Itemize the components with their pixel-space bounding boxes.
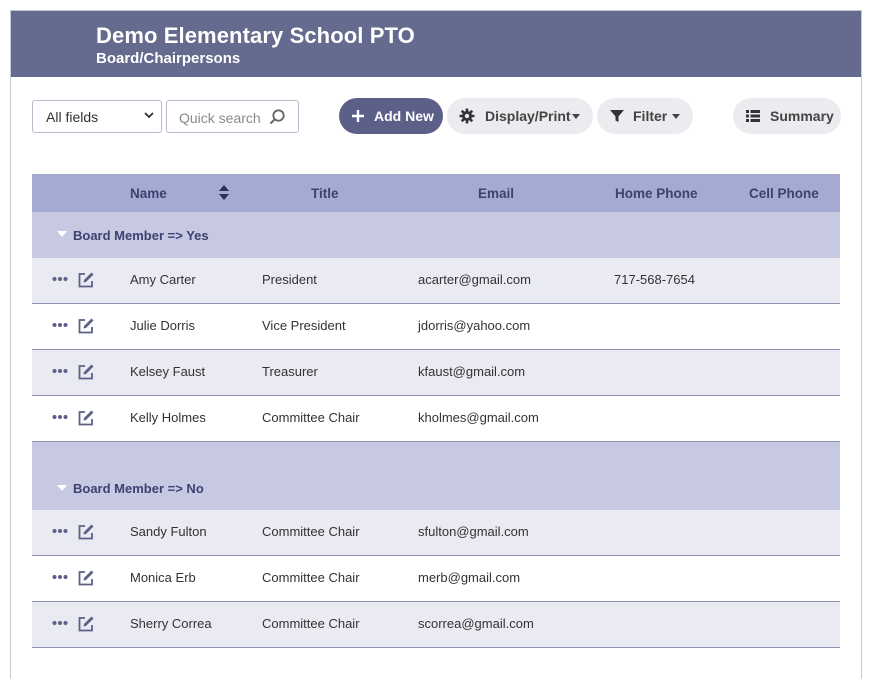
add-new-button[interactable]: Add New (339, 98, 443, 134)
table-row[interactable]: Julie Dorris Vice President jdorris@yaho… (32, 304, 840, 350)
display-print-button[interactable]: Display/Print (447, 98, 593, 134)
table-row[interactable]: Monica Erb Committee Chair merb@gmail.co… (32, 556, 840, 602)
sort-icon[interactable] (219, 185, 229, 200)
group-label: Board Member => Yes (73, 228, 209, 243)
search-input[interactable]: Quick search (166, 100, 299, 133)
table-row[interactable]: Sandy Fulton Committee Chair sfulton@gma… (32, 510, 840, 556)
edit-icon[interactable] (77, 569, 95, 587)
table-row[interactable]: Sherry Correa Committee Chair scorrea@gm… (32, 602, 840, 648)
display-print-label: Display/Print (485, 108, 571, 124)
group-header[interactable]: Board Member => No (32, 442, 840, 510)
more-options-icon[interactable] (52, 368, 68, 374)
filter-icon (610, 110, 624, 122)
cell-name: Sherry Correa (130, 616, 212, 631)
caret-down-icon (672, 114, 680, 119)
cell-email[interactable]: acarter@gmail.com (418, 272, 531, 287)
more-options-icon[interactable] (52, 620, 68, 626)
cell-title: President (262, 272, 317, 287)
list-icon (746, 110, 760, 122)
table-row[interactable]: Amy Carter President acarter@gmail.com 7… (32, 258, 840, 304)
more-options-icon[interactable] (52, 322, 68, 328)
plus-icon (352, 110, 364, 122)
cell-email[interactable]: sfulton@gmail.com (418, 524, 529, 539)
table-row[interactable]: Kelly Holmes Committee Chair kholmes@gma… (32, 396, 840, 442)
edit-icon[interactable] (77, 317, 95, 335)
cell-name: Kelly Holmes (130, 410, 206, 425)
app-frame: Demo Elementary School PTO Board/Chairpe… (10, 10, 862, 679)
cell-email[interactable]: kholmes@gmail.com (418, 410, 539, 425)
page-subtitle: Board/Chairpersons (96, 50, 241, 67)
add-new-label: Add New (374, 108, 434, 124)
cell-title: Committee Chair (262, 616, 360, 631)
cell-email[interactable]: merb@gmail.com (418, 570, 520, 585)
column-header-title[interactable]: Title (311, 186, 339, 201)
cell-title: Treasurer (262, 364, 318, 379)
filter-label: Filter (633, 108, 668, 124)
cell-title: Committee Chair (262, 524, 360, 539)
edit-icon[interactable] (77, 615, 95, 633)
cell-email[interactable]: scorrea@gmail.com (418, 616, 534, 631)
gear-icon (459, 108, 475, 124)
collapse-triangle-icon[interactable] (57, 485, 67, 491)
collapse-triangle-icon[interactable] (57, 231, 67, 237)
cell-email[interactable]: jdorris@yahoo.com (418, 318, 530, 333)
summary-button[interactable]: Summary (733, 98, 841, 134)
records-table: Name Title Email Home Phone Cell Phone B… (32, 174, 840, 648)
column-header-cell-phone[interactable]: Cell Phone (749, 186, 819, 201)
cell-title: Vice President (262, 318, 346, 333)
more-options-icon[interactable] (52, 276, 68, 282)
summary-label: Summary (770, 108, 834, 124)
search-placeholder: Quick search (179, 110, 261, 126)
edit-icon[interactable] (77, 523, 95, 541)
table-header: Name Title Email Home Phone Cell Phone (32, 174, 840, 212)
search-icon[interactable] (268, 108, 286, 126)
more-options-icon[interactable] (52, 414, 68, 420)
group-label: Board Member => No (73, 481, 204, 496)
cell-name: Julie Dorris (130, 318, 196, 333)
edit-icon[interactable] (77, 409, 95, 427)
toolbar: All fields Quick search Add New Display/… (11, 98, 861, 136)
page-title: Demo Elementary School PTO (96, 23, 415, 48)
cell-title: Committee Chair (262, 410, 360, 425)
more-options-icon[interactable] (52, 528, 68, 534)
edit-icon[interactable] (77, 271, 95, 289)
cell-name: Sandy Fulton (130, 524, 207, 539)
cell-email[interactable]: kfaust@gmail.com (418, 364, 525, 379)
column-header-home-phone[interactable]: Home Phone (615, 186, 698, 201)
page-header: Demo Elementary School PTO Board/Chairpe… (11, 11, 861, 77)
caret-down-icon (572, 114, 580, 119)
group-header[interactable]: Board Member => Yes (32, 212, 840, 258)
filter-button[interactable]: Filter (597, 98, 693, 134)
field-select-value: All fields (46, 109, 99, 125)
cell-home-phone: 717-568-7654 (614, 272, 695, 287)
cell-name: Amy Carter (130, 272, 196, 287)
cell-name: Kelsey Faust (130, 364, 206, 379)
chevron-down-icon (144, 112, 154, 119)
table-row[interactable]: Kelsey Faust Treasurer kfaust@gmail.com (32, 350, 840, 396)
cell-title: Committee Chair (262, 570, 360, 585)
column-header-name[interactable]: Name (130, 186, 167, 201)
column-header-email[interactable]: Email (478, 186, 514, 201)
edit-icon[interactable] (77, 363, 95, 381)
field-select[interactable]: All fields (32, 100, 162, 133)
more-options-icon[interactable] (52, 574, 68, 580)
cell-name: Monica Erb (130, 570, 196, 585)
